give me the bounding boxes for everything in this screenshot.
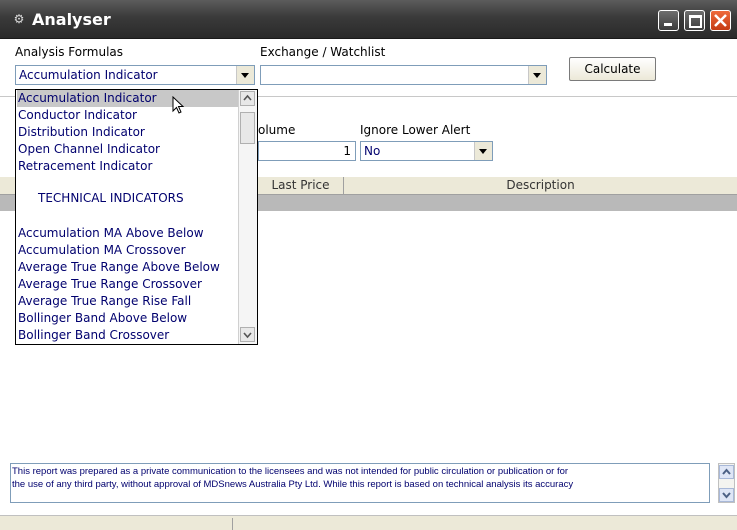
- disclaimer-scrollbar[interactable]: [718, 463, 735, 503]
- volume-label: olume: [258, 123, 296, 137]
- disclaimer-line: the use of any third party, without appr…: [12, 479, 574, 490]
- close-button[interactable]: [710, 10, 731, 31]
- chevron-down-icon: [243, 332, 252, 339]
- volume-input[interactable]: 1: [258, 141, 356, 161]
- ignore-lower-alert-value: No: [364, 144, 381, 158]
- calculate-button[interactable]: Calculate: [569, 57, 656, 81]
- status-bar: [0, 515, 737, 530]
- dropdown-item[interactable]: Bollinger Band Above Below: [18, 310, 187, 327]
- maximize-button[interactable]: [684, 10, 705, 31]
- dropdown-item[interactable]: Average True Range Above Below: [18, 259, 220, 276]
- analysis-formula-value: Accumulation Indicator: [19, 68, 158, 82]
- dropdown-scroll-down-button[interactable]: [240, 327, 255, 342]
- dropdown-scroll-thumb[interactable]: [240, 112, 255, 144]
- scroll-up-button[interactable]: [719, 465, 734, 479]
- analysis-formula-dropdown-list[interactable]: Accumulation Indicator Conductor Indicat…: [15, 89, 258, 345]
- exchange-watchlist-label: Exchange / Watchlist: [260, 45, 386, 59]
- analysis-formula-select[interactable]: Accumulation Indicator: [15, 65, 255, 85]
- dropdown-item[interactable]: Accumulation MA Crossover: [18, 242, 186, 259]
- analysis-formulas-label: Analysis Formulas: [15, 45, 124, 59]
- dropdown-item[interactable]: Average True Range Rise Fall: [18, 293, 191, 310]
- close-icon: [714, 14, 727, 27]
- dropdown-item-selected[interactable]: Accumulation Indicator: [17, 90, 240, 107]
- dropdown-scroll-up-button[interactable]: [240, 91, 255, 106]
- dropdown-item[interactable]: Conductor Indicator: [18, 107, 137, 124]
- column-description[interactable]: Description: [344, 177, 737, 194]
- minimize-button[interactable]: [658, 10, 679, 31]
- scroll-down-button[interactable]: [719, 488, 734, 502]
- exchange-watchlist-select[interactable]: [260, 65, 547, 85]
- disclaimer-line: This report was prepared as a private co…: [12, 466, 569, 477]
- window-title: Analyser: [32, 10, 111, 29]
- column-last-price[interactable]: Last Price: [258, 177, 344, 194]
- dropdown-item[interactable]: Retracement Indicator: [18, 158, 152, 175]
- dropdown-item[interactable]: Accumulation MA Above Below: [18, 225, 204, 242]
- status-separator: [232, 518, 233, 530]
- ignore-lower-alert-label: Ignore Lower Alert: [360, 123, 471, 137]
- volume-value: 1: [343, 144, 351, 158]
- ignore-lower-alert-select[interactable]: No: [360, 141, 493, 161]
- mouse-cursor-icon: [172, 96, 185, 114]
- chevron-down-icon[interactable]: [528, 66, 546, 84]
- dropdown-scrollbar[interactable]: [238, 90, 257, 344]
- chevron-down-icon: [722, 492, 731, 499]
- dropdown-item[interactable]: Distribution Indicator: [18, 124, 145, 141]
- chevron-down-icon[interactable]: [236, 66, 254, 84]
- disclaimer-text: This report was prepared as a private co…: [12, 465, 708, 491]
- chevron-down-icon[interactable]: [474, 142, 492, 160]
- dropdown-section-heading: TECHNICAL INDICATORS: [38, 191, 184, 205]
- chevron-up-icon: [243, 94, 252, 101]
- app-icon: ⚙: [13, 12, 25, 26]
- dropdown-item[interactable]: Open Channel Indicator: [18, 141, 160, 158]
- title-bar[interactable]: ⚙ Analyser: [0, 0, 737, 39]
- dropdown-item[interactable]: Average True Range Crossover: [18, 276, 202, 293]
- chevron-up-icon: [722, 468, 731, 475]
- dropdown-item[interactable]: Bollinger Band Crossover: [18, 327, 169, 344]
